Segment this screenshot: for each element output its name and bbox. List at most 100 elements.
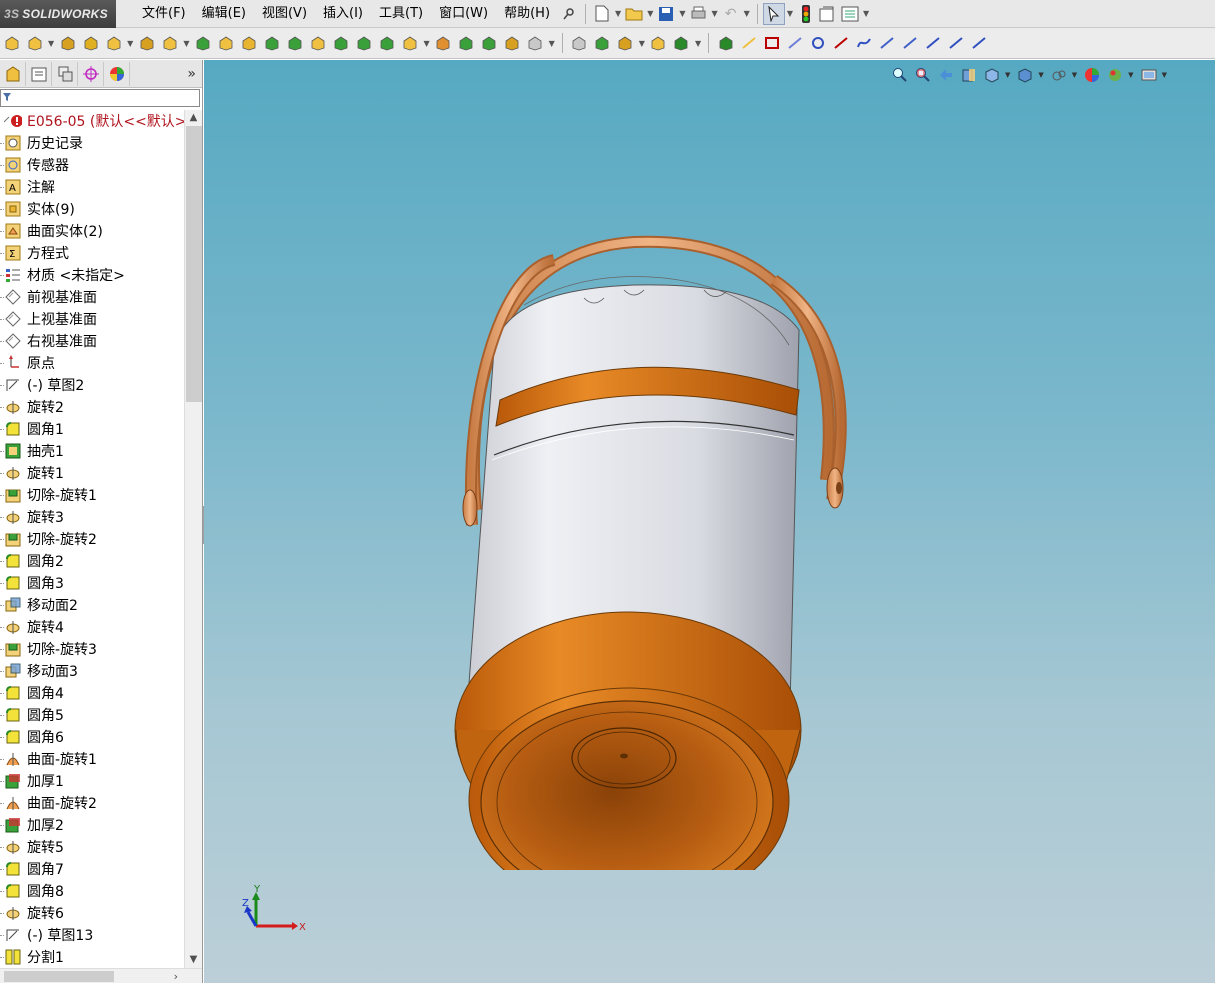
- pin-icon[interactable]: [558, 3, 580, 25]
- chevron-down-icon[interactable]: ▼: [679, 9, 685, 18]
- chevron-down-icon[interactable]: ▼: [1128, 71, 1133, 79]
- panel-more-button[interactable]: »: [187, 66, 196, 82]
- tab-configuration-manager[interactable]: [52, 61, 78, 86]
- select-pointer-icon[interactable]: [762, 2, 785, 25]
- chevron-down-icon[interactable]: ▼: [549, 39, 555, 48]
- scroll-right-icon[interactable]: ›: [174, 969, 178, 983]
- section-view-icon[interactable]: [959, 66, 979, 84]
- tree-root-part[interactable]: E056-05 (默认<<默认> ⌃: [0, 110, 184, 132]
- rebuild-traffic-light-icon[interactable]: [795, 3, 817, 25]
- wrap-icon[interactable]: [376, 33, 397, 54]
- options-icon[interactable]: [839, 3, 861, 25]
- chevron-down-icon[interactable]: ▼: [647, 9, 653, 18]
- draft-icon[interactable]: [330, 33, 351, 54]
- chevron-down-icon[interactable]: ▼: [1005, 71, 1010, 79]
- edit-appearance-icon[interactable]: [1082, 66, 1102, 84]
- slot-icon[interactable]: [784, 33, 805, 54]
- tree-item[interactable]: 旋转6: [0, 902, 184, 924]
- linear-pattern-icon[interactable]: [456, 33, 477, 54]
- new-document-icon[interactable]: [591, 3, 613, 25]
- flex-icon[interactable]: [569, 33, 590, 54]
- file-properties-icon[interactable]: [817, 3, 839, 25]
- menu-item-6[interactable]: 帮助(H): [496, 0, 558, 28]
- menu-item-3[interactable]: 插入(I): [315, 0, 371, 28]
- extruded-cut-icon[interactable]: [159, 33, 180, 54]
- mirror-entities-icon[interactable]: [968, 33, 989, 54]
- circle-icon[interactable]: [807, 33, 828, 54]
- hide-show-items-icon[interactable]: [1049, 66, 1069, 84]
- hscroll-thumb[interactable]: [4, 971, 114, 982]
- menu-item-5[interactable]: 窗口(W): [431, 0, 496, 28]
- display-style-icon[interactable]: [1015, 66, 1035, 84]
- extrude-boss-icon[interactable]: [1, 33, 22, 54]
- chevron-down-icon[interactable]: ▼: [615, 9, 621, 18]
- tree-item[interactable]: 圆角8: [0, 880, 184, 902]
- tree-item[interactable]: 旋转5: [0, 836, 184, 858]
- tree-item[interactable]: 加厚2: [0, 814, 184, 836]
- extrude-boss-icon[interactable]: [24, 33, 45, 54]
- tree-item[interactable]: 加厚1: [0, 770, 184, 792]
- rib-icon[interactable]: [307, 33, 328, 54]
- revolved-cut-icon[interactable]: [192, 33, 213, 54]
- menu-item-1[interactable]: 编辑(E): [194, 0, 254, 28]
- sketch-icon[interactable]: [671, 33, 692, 54]
- boundary-boss-icon[interactable]: [136, 33, 157, 54]
- chevron-down-icon[interactable]: ▼: [744, 9, 750, 18]
- scroll-up-icon[interactable]: ▲: [185, 110, 202, 126]
- save-icon[interactable]: [655, 3, 677, 25]
- reference-geometry-icon[interactable]: [592, 33, 613, 54]
- convert-icon[interactable]: [922, 33, 943, 54]
- tree-item[interactable]: (-) 草图2: [0, 374, 184, 396]
- smart-dimension-icon[interactable]: [715, 33, 736, 54]
- swept-cut-icon[interactable]: [215, 33, 236, 54]
- lofted-boss-icon[interactable]: [103, 33, 124, 54]
- lofted-cut-icon[interactable]: [238, 33, 259, 54]
- offset-icon[interactable]: [945, 33, 966, 54]
- zoom-to-fit-icon[interactable]: [890, 66, 910, 84]
- tree-item[interactable]: 圆角4: [0, 682, 184, 704]
- fillet-xpert-icon[interactable]: [502, 33, 523, 54]
- instant3d-icon[interactable]: [648, 33, 669, 54]
- tab-dimxpert-manager[interactable]: [78, 61, 104, 86]
- chevron-down-icon[interactable]: ▼: [639, 39, 645, 48]
- dome-icon[interactable]: [399, 33, 420, 54]
- tree-item[interactable]: 圆角2: [0, 550, 184, 572]
- tree-item[interactable]: 曲面-旋转2: [0, 792, 184, 814]
- tree-item[interactable]: 上视基准面: [0, 308, 184, 330]
- tree-item[interactable]: 旋转3: [0, 506, 184, 528]
- zoom-to-area-icon[interactable]: [913, 66, 933, 84]
- tree-item[interactable]: 抽壳1: [0, 440, 184, 462]
- swept-boss-icon[interactable]: [80, 33, 101, 54]
- spline-icon[interactable]: [853, 33, 874, 54]
- circular-pattern-icon[interactable]: [479, 33, 500, 54]
- tab-display-manager[interactable]: [104, 61, 130, 86]
- tree-item[interactable]: 曲面实体(2): [0, 220, 184, 242]
- 3d-model-food-jar[interactable]: [434, 170, 884, 870]
- tree-item[interactable]: 切除-旋转1: [0, 484, 184, 506]
- chevron-down-icon[interactable]: ▼: [127, 39, 133, 48]
- chevron-down-icon[interactable]: ▼: [863, 9, 869, 18]
- chevron-down-icon[interactable]: ▼: [695, 39, 701, 48]
- tree-item[interactable]: 圆角1: [0, 418, 184, 440]
- tab-feature-manager[interactable]: [0, 61, 26, 86]
- menu-item-0[interactable]: 文件(F): [134, 0, 194, 28]
- tree-item[interactable]: 前视基准面: [0, 286, 184, 308]
- chevron-down-icon[interactable]: ▼: [423, 39, 429, 48]
- tree-item[interactable]: 材质 <未指定>: [0, 264, 184, 286]
- tree-item[interactable]: 移动面2: [0, 594, 184, 616]
- tree-item[interactable]: 传感器: [0, 154, 184, 176]
- tree-item[interactable]: 切除-旋转2: [0, 528, 184, 550]
- tree-item[interactable]: (-) 草图13: [0, 924, 184, 946]
- curves-icon[interactable]: [615, 33, 636, 54]
- rectangle-icon[interactable]: [761, 33, 782, 54]
- apply-scene-icon[interactable]: [1105, 66, 1125, 84]
- tree-filter-input[interactable]: [0, 89, 200, 107]
- chevron-down-icon[interactable]: ▼: [1038, 71, 1043, 79]
- view-orientation-icon[interactable]: [982, 66, 1002, 84]
- menu-item-2[interactable]: 视图(V): [254, 0, 315, 28]
- tree-item[interactable]: 旋转4: [0, 616, 184, 638]
- fillet-icon[interactable]: [261, 33, 282, 54]
- tree-item[interactable]: 分割1: [0, 946, 184, 968]
- tree-item[interactable]: 旋转1: [0, 462, 184, 484]
- chevron-down-icon[interactable]: ▼: [1162, 71, 1167, 79]
